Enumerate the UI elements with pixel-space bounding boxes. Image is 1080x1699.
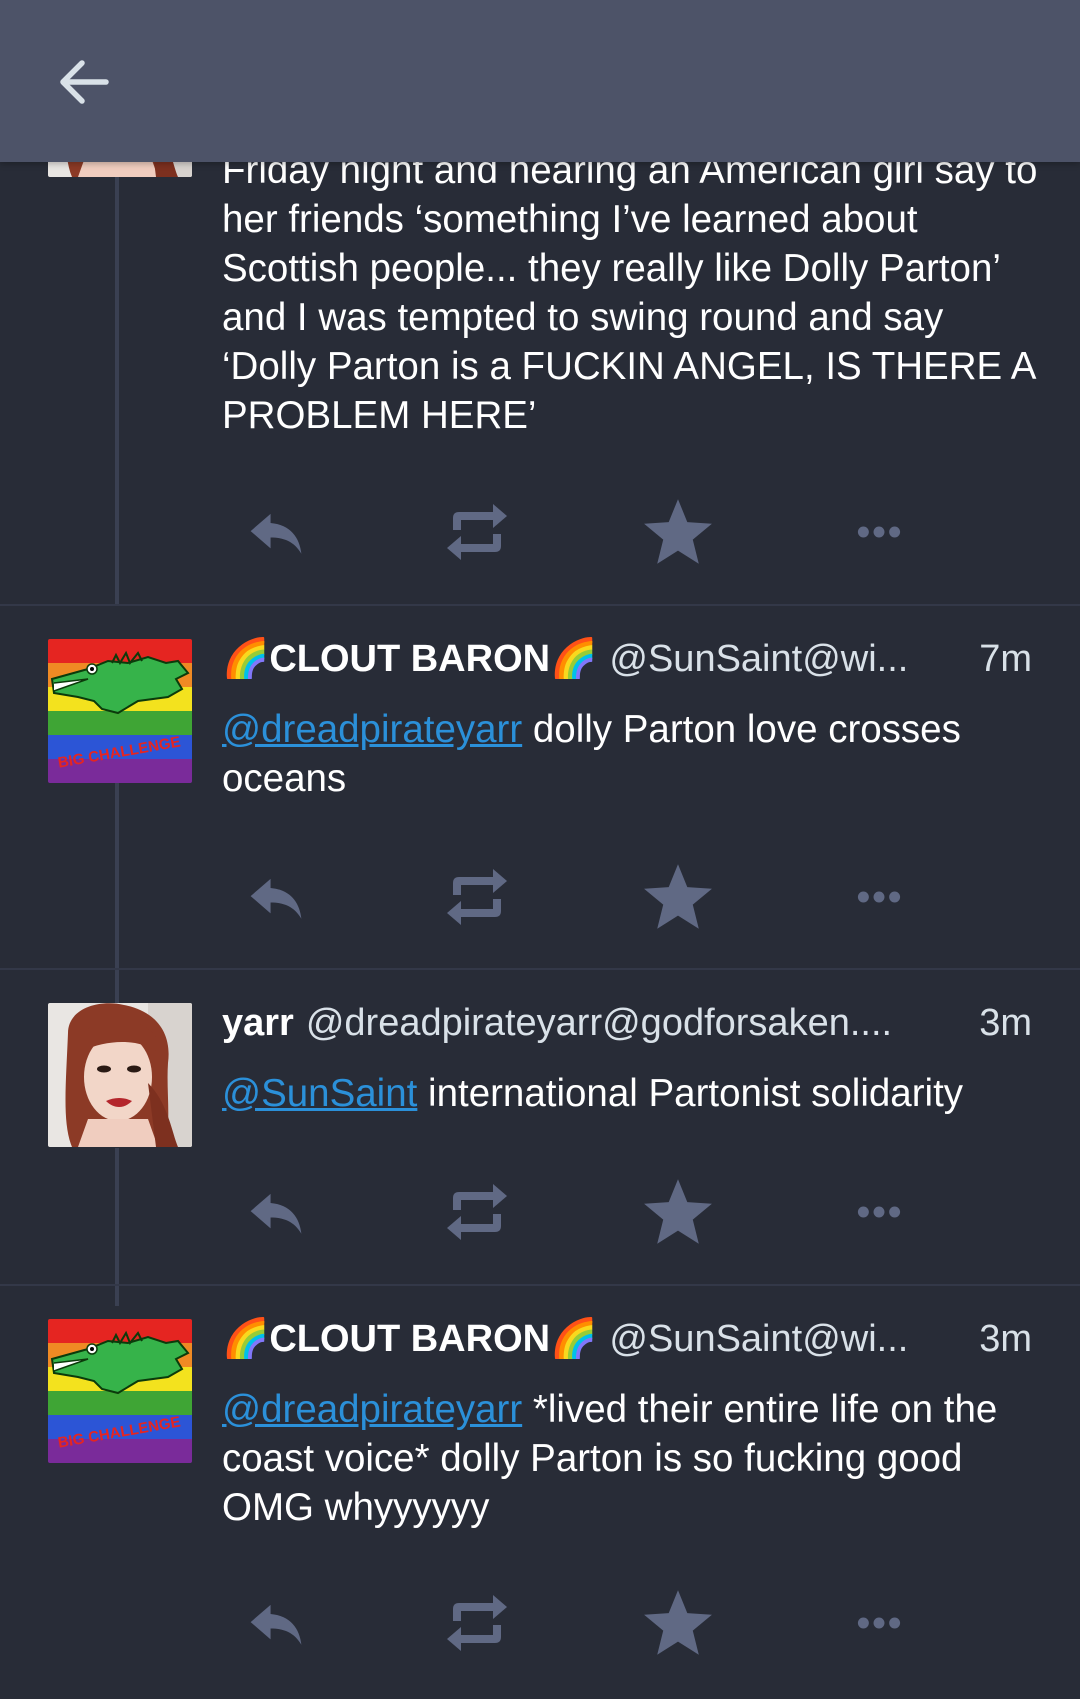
status-actions xyxy=(222,861,942,933)
more-icon xyxy=(854,507,904,557)
account-handle[interactable]: @dreadpirateyarr@godforsaken.... xyxy=(306,1000,959,1046)
timestamp[interactable]: 7m xyxy=(979,636,1032,682)
column-header xyxy=(0,0,1080,162)
back-button[interactable] xyxy=(52,50,116,114)
status-header: 🌈CLOUT BARON🌈 @SunSaint@wi... 7m xyxy=(222,636,1032,682)
favourite-button[interactable] xyxy=(640,1587,716,1659)
status-item[interactable]: 🌈CLOUT BARON🌈 @SunSaint@wi... 3m @dreadp… xyxy=(0,1285,1080,1699)
reply-button[interactable] xyxy=(238,496,314,568)
display-name[interactable]: yarr xyxy=(222,1000,294,1046)
status-actions xyxy=(222,496,942,568)
boost-icon xyxy=(445,1589,509,1657)
favourite-icon xyxy=(643,862,713,932)
status-content: @dreadpirateyarr dolly Parton love cross… xyxy=(222,705,1040,803)
status-content: @dreadpirateyarr *lived their entire lif… xyxy=(222,1385,1040,1532)
timestamp[interactable]: 3m xyxy=(979,1316,1032,1362)
status-item[interactable]: yarr @dreadpirateyarr@godforsaken.... 3m… xyxy=(0,969,1080,1286)
more-button[interactable] xyxy=(841,1587,917,1659)
status-header: 🌈CLOUT BARON🌈 @SunSaint@wi... 3m xyxy=(222,1316,1032,1362)
favourite-button[interactable] xyxy=(640,496,716,568)
mention-link[interactable]: @dreadpirateyarr xyxy=(222,1388,522,1431)
boost-button[interactable] xyxy=(439,1587,515,1659)
favourite-icon xyxy=(643,497,713,567)
more-button[interactable] xyxy=(841,1176,917,1248)
avatar[interactable] xyxy=(48,1319,192,1463)
mention-link[interactable]: @SunSaint xyxy=(222,1072,417,1115)
boost-icon xyxy=(445,863,509,931)
status-header: yarr @dreadpirateyarr@godforsaken.... 3m xyxy=(222,1000,1032,1046)
reply-icon xyxy=(247,1183,305,1241)
more-icon xyxy=(854,1187,904,1237)
mention-link[interactable]: @dreadpirateyarr xyxy=(222,708,522,751)
favourite-button[interactable] xyxy=(640,861,716,933)
more-button[interactable] xyxy=(841,496,917,568)
reply-icon xyxy=(247,868,305,926)
account-handle[interactable]: @SunSaint@wi... xyxy=(609,1316,975,1362)
boost-button[interactable] xyxy=(439,861,515,933)
more-button[interactable] xyxy=(841,861,917,933)
more-icon xyxy=(854,872,904,922)
arrow-left-icon xyxy=(58,59,110,105)
timestamp[interactable]: 3m xyxy=(979,1000,1032,1046)
account-handle[interactable]: @SunSaint@wi... xyxy=(609,636,975,682)
boost-icon xyxy=(445,498,509,566)
status-content: @SunSaint international Partonist solida… xyxy=(222,1069,1040,1118)
display-name[interactable]: 🌈CLOUT BARON🌈 xyxy=(222,636,597,682)
boost-button[interactable] xyxy=(439,1176,515,1248)
reply-button[interactable] xyxy=(238,1587,314,1659)
reply-button[interactable] xyxy=(238,861,314,933)
status-content: Friday night and hearing an American gir… xyxy=(222,149,1038,437)
avatar[interactable] xyxy=(48,1003,192,1147)
reply-button[interactable] xyxy=(238,1176,314,1248)
display-name[interactable]: 🌈CLOUT BARON🌈 xyxy=(222,1316,597,1362)
status-actions xyxy=(222,1176,942,1248)
reply-icon xyxy=(247,1594,305,1652)
reply-icon xyxy=(247,503,305,561)
status-text: international Partonist solidarity xyxy=(417,1072,964,1115)
boost-icon xyxy=(445,1178,509,1246)
status-item[interactable]: 🌈CLOUT BARON🌈 @SunSaint@wi... 7m @dreadp… xyxy=(0,605,1080,970)
more-icon xyxy=(854,1598,904,1648)
favourite-icon xyxy=(643,1177,713,1247)
favourite-icon xyxy=(643,1588,713,1658)
boost-button[interactable] xyxy=(439,496,515,568)
avatar[interactable] xyxy=(48,639,192,783)
favourite-button[interactable] xyxy=(640,1176,716,1248)
status-actions xyxy=(222,1587,942,1659)
